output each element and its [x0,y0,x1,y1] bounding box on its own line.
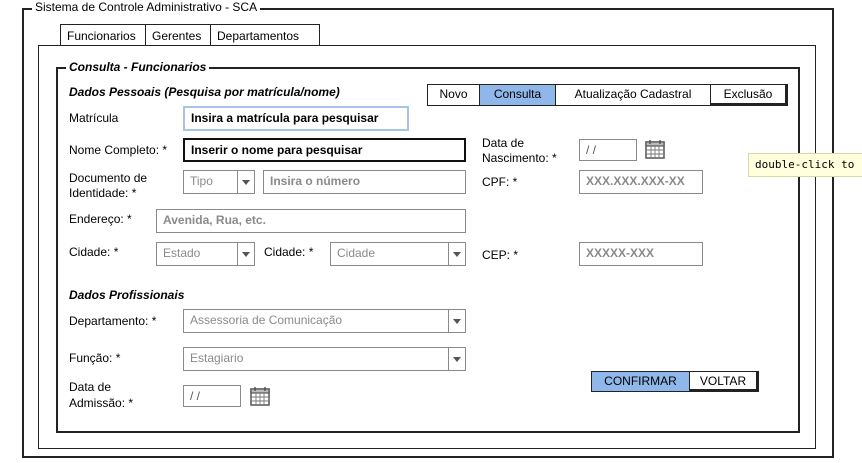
departamento-label: Departamento: * [69,314,157,328]
endereco-label: Endereço: * [69,212,132,226]
matricula-input[interactable]: Insira a matrícula para pesquisar [183,106,409,131]
estado-value: Estado [163,246,201,260]
professional-heading: Dados Profissionais [69,288,185,302]
nasc-label-line2: Nascimento: * [482,151,557,165]
chevron-down-icon [448,348,465,370]
tab-funcionarios[interactable]: Funcionarios [60,24,146,46]
funcao-select[interactable]: Estagiario [183,347,466,371]
exclusao-button[interactable]: Exclusão [710,84,788,106]
chevron-down-icon [448,310,465,332]
cpf-input[interactable]: XXX.XXX.XXX-XX [579,170,703,194]
admissao-date-input[interactable]: / / [183,385,241,407]
chevron-down-icon [237,171,254,193]
departamento-select[interactable]: Assessoria de Comunicação [183,309,466,333]
window-title: Sistema de Controle Administrativo - SCA [32,0,261,14]
tab-departamentos[interactable]: Departamentos [210,24,320,46]
calendar-icon[interactable] [645,139,665,159]
voltar-button[interactable]: VOLTAR [689,371,759,392]
departamento-value: Assessoria de Comunicação [190,313,343,327]
cpf-label: CPF: * [482,175,518,189]
nome-label: Nome Completo: * [69,143,168,157]
panel-title: Consulta - Funcionarios [66,60,210,74]
novo-button[interactable]: Novo [427,84,480,106]
funcao-value: Estagiario [190,351,244,365]
cidade-value: Cidade [337,246,376,260]
consulta-button[interactable]: Consulta [479,84,556,106]
funcao-label: Função: * [69,351,121,365]
cidade2-label: Cidade: * [264,245,314,259]
admissao-label-line2: Admissão: * [69,396,134,410]
doc-label-line2: Identidade: * [69,186,137,200]
cidade-select[interactable]: Cidade [330,242,466,266]
personal-heading: Dados Pessoais (Pesquisa por matrícula/n… [69,85,340,99]
estado-select[interactable]: Estado [156,242,255,266]
tab-gerentes[interactable]: Gerentes [145,24,211,46]
nasc-label-line1: Data de [482,136,525,150]
doc-tipo-value: Tipo [190,174,213,188]
nome-input[interactable]: Inserir o nome para pesquisar [183,138,466,162]
nasc-date-input[interactable]: / / [579,139,637,161]
endereco-input[interactable]: Avenida, Rua, etc. [156,209,466,233]
calendar-icon[interactable] [250,386,270,406]
chevron-down-icon [448,243,465,265]
cep-label: CEP: * [482,248,519,262]
atualizacao-button[interactable]: Atualização Cadastral [555,84,711,106]
tooltip: double-click to [748,153,862,177]
doc-numero-input[interactable]: Insira o número [263,170,466,194]
chevron-down-icon [237,243,254,265]
cidade-label: Cidade: * [69,245,119,259]
doc-tipo-select[interactable]: Tipo [183,170,255,194]
confirmar-button[interactable]: CONFIRMAR [591,371,690,392]
doc-label-line1: Documento de [69,171,148,185]
matricula-label: Matrícula [69,111,119,125]
cep-input[interactable]: XXXXX-XXX [579,242,703,266]
admissao-label-line1: Data de [69,380,112,394]
